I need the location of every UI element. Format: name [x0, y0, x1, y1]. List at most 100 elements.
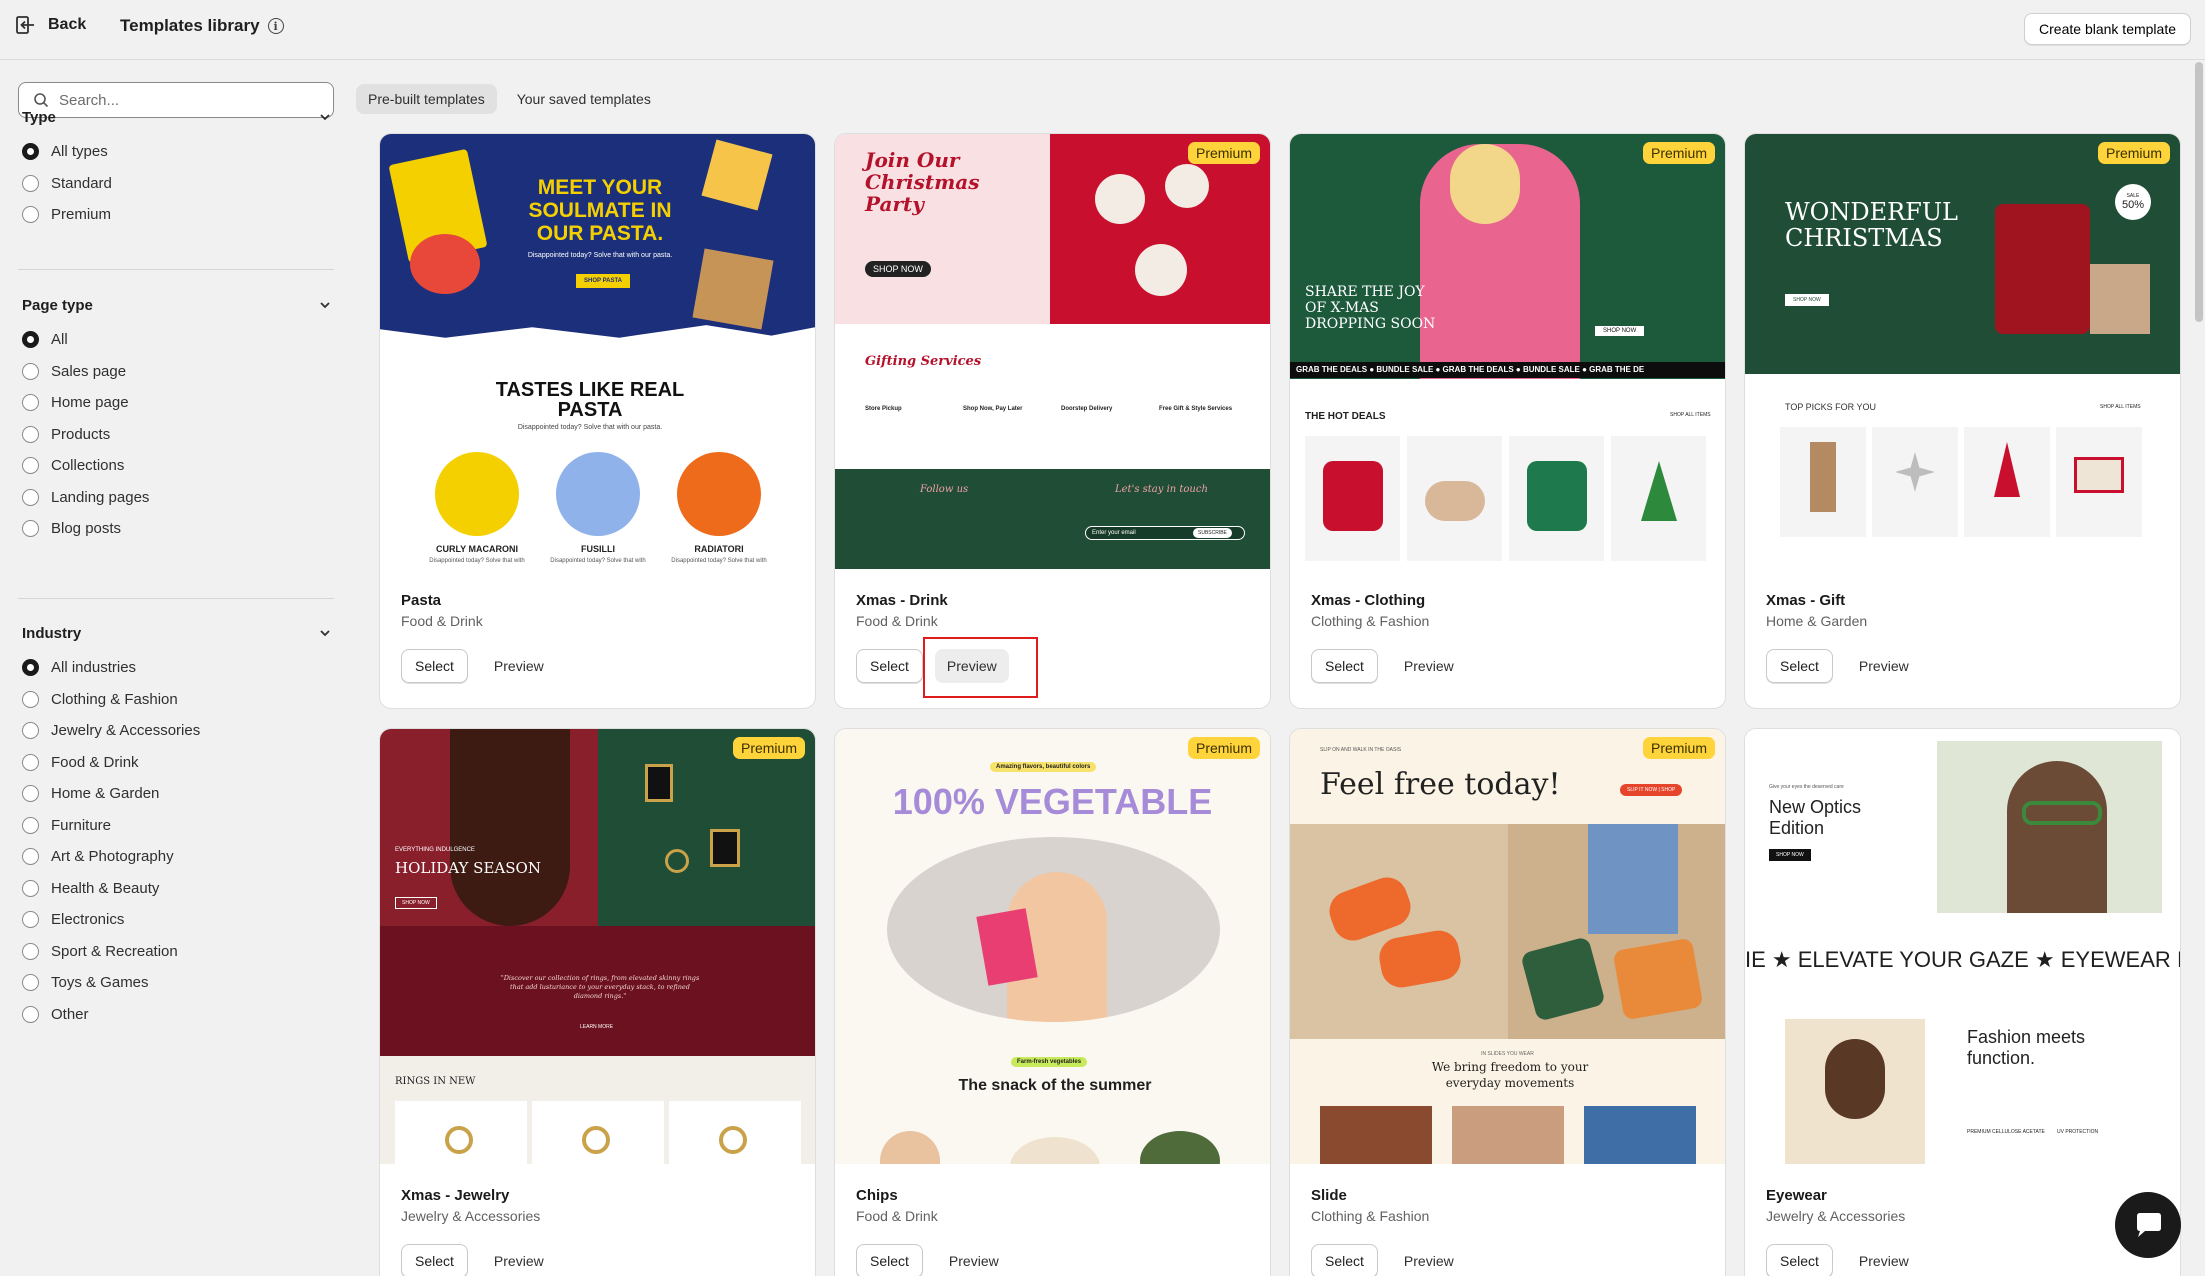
preview-button[interactable]: Preview: [492, 1244, 546, 1276]
radio-button[interactable]: [22, 942, 39, 960]
radio-button[interactable]: [22, 362, 39, 380]
industry-option[interactable]: Other: [22, 999, 332, 1031]
radio-button[interactable]: [22, 848, 39, 866]
template-card-chips[interactable]: Premium Amazing flavors, beautiful color…: [834, 728, 1271, 1276]
industry-option[interactable]: Toys & Games: [22, 967, 332, 999]
template-card-pasta[interactable]: MEET YOUR SOULMATE IN OUR PASTA. Disappo…: [379, 133, 816, 709]
type-option[interactable]: Standard: [22, 168, 332, 200]
card-info: Xmas - Jewelry Jewelry & Accessories: [401, 1187, 540, 1224]
industry-option[interactable]: Health & Beauty: [22, 873, 332, 905]
product-desc: Disappointed today? Solve that with: [550, 558, 646, 564]
radio-button[interactable]: [22, 974, 39, 992]
scrollbar[interactable]: [2195, 62, 2203, 322]
template-card-xmas-jewelry[interactable]: Premium EVERYTHING INDULGENCE HOLIDAY SE…: [379, 728, 816, 1276]
page-type-option[interactable]: Blog posts: [22, 513, 332, 545]
radio-button[interactable]: [22, 659, 39, 677]
template-card-xmas-clothing[interactable]: Premium SHARE THE JOY OF X-MAS DROPPING …: [1289, 133, 1726, 709]
industry-filter: Industry All industries Clothing & Fashio…: [22, 622, 332, 1030]
select-button[interactable]: Select: [401, 649, 468, 683]
preview-button[interactable]: Preview: [1402, 1244, 1456, 1276]
radio-button[interactable]: [22, 425, 39, 443]
radio-button[interactable]: [22, 520, 39, 538]
page-type-option[interactable]: Home page: [22, 387, 332, 419]
industry-option[interactable]: Art & Photography: [22, 841, 332, 873]
template-card-eyewear[interactable]: Give your eyes the deserved care New Opt…: [1744, 728, 2181, 1276]
industry-option[interactable]: Jewelry & Accessories: [22, 715, 332, 747]
type-filter-header[interactable]: Type: [22, 106, 332, 128]
type-option[interactable]: All types: [22, 136, 332, 168]
page-type-option[interactable]: Landing pages: [22, 482, 332, 514]
radio-button[interactable]: [22, 690, 39, 708]
template-thumbnail[interactable]: Premium SALE 50% WONDERFUL CHRISTMAS SHO…: [1745, 134, 2180, 569]
tab-pre-built-templates[interactable]: Pre-built templates: [356, 84, 497, 114]
select-button[interactable]: Select: [856, 1244, 923, 1276]
radio-button[interactable]: [22, 816, 39, 834]
page-type-option[interactable]: All: [22, 324, 332, 356]
hero-cta-label: SHOP NOW: [865, 261, 931, 277]
page-type-option[interactable]: Products: [22, 419, 332, 451]
page-type-filter-title: Page type: [22, 296, 93, 314]
page-type-option[interactable]: Collections: [22, 450, 332, 482]
type-option[interactable]: Premium: [22, 199, 332, 231]
follow-heading: Follow us: [920, 484, 969, 495]
industry-option[interactable]: Home & Garden: [22, 778, 332, 810]
industry-option[interactable]: Sport & Recreation: [22, 936, 332, 968]
radio-button[interactable]: [22, 143, 39, 161]
page-type-option[interactable]: Sales page: [22, 356, 332, 388]
template-thumbnail[interactable]: Premium SHARE THE JOY OF X-MAS DROPPING …: [1290, 134, 1725, 569]
select-button[interactable]: Select: [1311, 649, 1378, 683]
type-option-label: Standard: [51, 174, 112, 192]
template-thumbnail[interactable]: Premium Join Our Christmas Party SHOP NO…: [835, 134, 1270, 569]
tab-saved-templates[interactable]: Your saved templates: [505, 84, 663, 114]
page-type-filter-header[interactable]: Page type: [22, 294, 332, 316]
preview-button[interactable]: Preview: [1857, 1244, 1911, 1276]
type-option-label: Premium: [51, 206, 112, 224]
feature-label: PREMIUM CELLULOSE ACETATE: [1967, 1129, 2045, 1135]
filter-sidebar: Search... Type All types Standard Premium …: [0, 62, 350, 1276]
template-thumbnail[interactable]: Premium EVERYTHING INDULGENCE HOLIDAY SE…: [380, 729, 815, 1164]
radio-button[interactable]: [22, 753, 39, 771]
template-card-slide[interactable]: Premium SLIP ON AND WALK IN THE OASIS Fe…: [1289, 728, 1726, 1276]
industry-option[interactable]: All industries: [22, 652, 332, 684]
chat-button[interactable]: [2115, 1192, 2181, 1258]
radio-button[interactable]: [22, 331, 39, 349]
industry-option[interactable]: Furniture: [22, 810, 332, 842]
preview-button[interactable]: Preview: [947, 1244, 1001, 1276]
select-button[interactable]: Select: [1766, 1244, 1833, 1276]
preview-button[interactable]: Preview: [1857, 649, 1911, 683]
industry-filter-header[interactable]: Industry: [22, 622, 332, 644]
industry-option[interactable]: Food & Drink: [22, 747, 332, 779]
radio-button[interactable]: [22, 785, 39, 803]
radio-button[interactable]: [22, 722, 39, 740]
template-card-xmas-gift[interactable]: Premium SALE 50% WONDERFUL CHRISTMAS SHO…: [1744, 133, 2181, 709]
info-icon[interactable]: i: [267, 18, 284, 34]
select-button[interactable]: Select: [1311, 1244, 1378, 1276]
template-thumbnail[interactable]: MEET YOUR SOULMATE IN OUR PASTA. Disappo…: [380, 134, 815, 569]
radio-button[interactable]: [22, 457, 39, 475]
learn-more-link: LEARN MORE: [580, 1024, 614, 1030]
preview-button[interactable]: Preview: [1402, 649, 1456, 683]
radio-button[interactable]: [22, 1005, 39, 1023]
industry-option[interactable]: Clothing & Fashion: [22, 684, 332, 716]
radio-button[interactable]: [22, 879, 39, 897]
radio-button[interactable]: [22, 488, 39, 506]
create-blank-template-button[interactable]: Create blank template: [2024, 13, 2191, 45]
select-button[interactable]: Select: [401, 1244, 468, 1276]
industry-option[interactable]: Electronics: [22, 904, 332, 936]
template-thumbnail[interactable]: Premium Amazing flavors, beautiful color…: [835, 729, 1270, 1164]
radio-button[interactable]: [22, 174, 39, 192]
product-image: [556, 452, 640, 536]
select-button[interactable]: Select: [856, 649, 923, 683]
product-desc: Disappointed today? Solve that with: [429, 558, 525, 564]
preview-button[interactable]: Preview: [492, 649, 546, 683]
radio-button[interactable]: [22, 394, 39, 412]
template-thumbnail[interactable]: Give your eyes the deserved care New Opt…: [1745, 729, 2180, 1164]
radio-button[interactable]: [22, 911, 39, 929]
template-thumbnail[interactable]: Premium SLIP ON AND WALK IN THE OASIS Fe…: [1290, 729, 1725, 1164]
select-button[interactable]: Select: [1766, 649, 1833, 683]
template-card-xmas-drink[interactable]: Premium Join Our Christmas Party SHOP NO…: [834, 133, 1271, 709]
hero-cta: SHOP NOW: [1595, 326, 1645, 336]
product-image: [1010, 1137, 1100, 1164]
back-button[interactable]: Back: [14, 14, 86, 36]
radio-button[interactable]: [22, 206, 39, 224]
